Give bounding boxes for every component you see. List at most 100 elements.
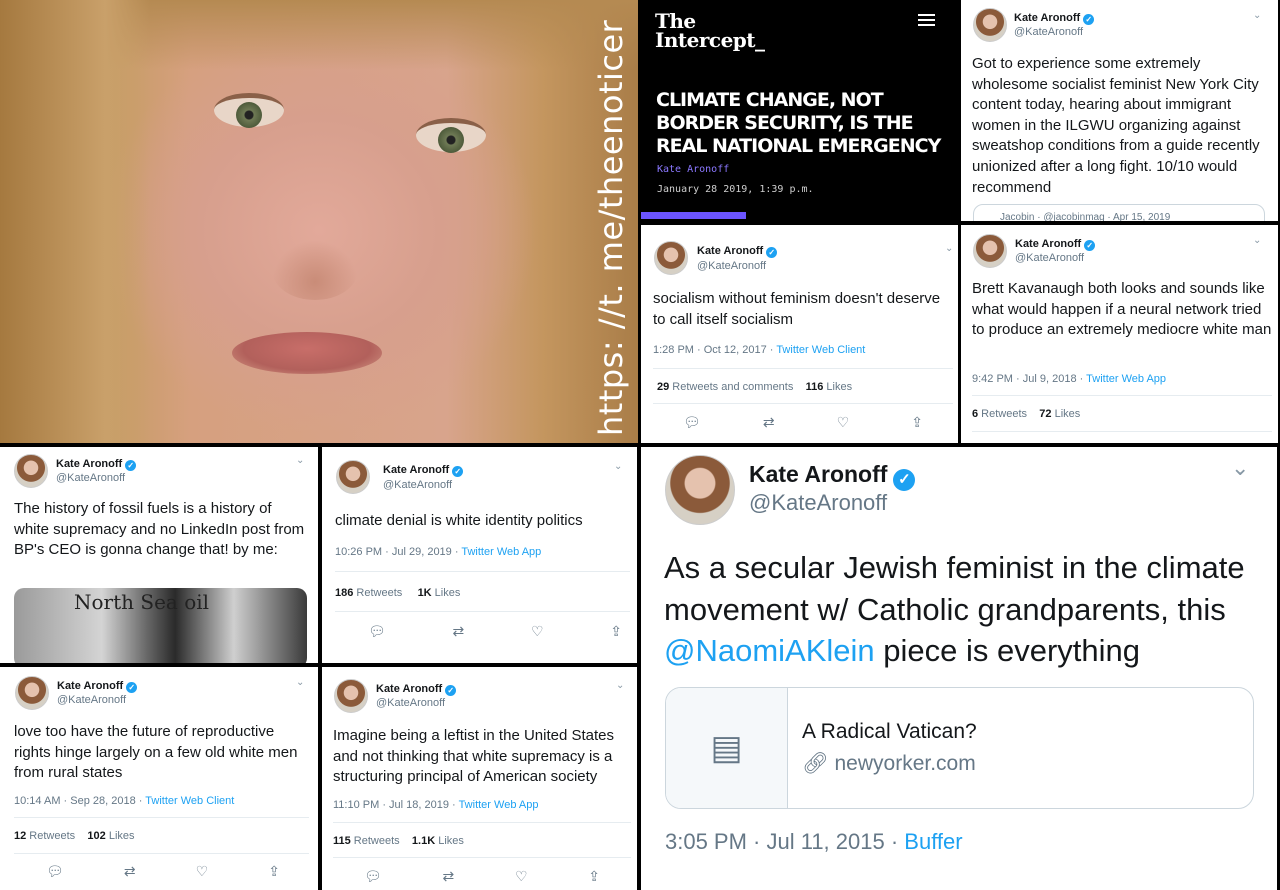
chevron-down-icon[interactable]: ⌄ [1231,455,1249,481]
tweet-actions: 💬︎ ⇄ ♡ ⇪ [364,868,600,885]
author-handle[interactable]: @KateAronoff [1014,26,1083,38]
tweet-card[interactable]: Kate Aronoff ✓ @KateAronoff ⌄ The history… [0,447,318,663]
chevron-down-icon[interactable]: ⌄ [616,680,624,691]
divider [653,368,953,369]
author-handle[interactable]: @KateAronoff [749,490,887,516]
tweet-timestamp: 10:26 PM · Jul 29, 2019 · Twitter Web Ap… [335,546,542,558]
reply-icon[interactable]: 💬︎ [364,868,382,885]
chevron-down-icon[interactable]: ⌄ [1253,235,1261,246]
retweet-icon[interactable]: ⇄ [763,414,775,431]
author-name[interactable]: Kate Aronoff ✓ [376,683,457,696]
retweet-icon[interactable]: ⇄ [124,863,136,880]
reply-icon[interactable]: 💬︎ [46,863,64,880]
quoted-tweet[interactable]: Jacobin · @jacobinmag · Apr 15, 2019 [973,204,1265,221]
tweet-stats[interactable]: 29 Retweets and comments 116 Likes [657,381,852,393]
author-name[interactable]: Kate Aronoff ✓ [749,461,916,491]
chevron-down-icon[interactable]: ⌄ [945,243,953,254]
heart-icon[interactable]: ♡ [837,414,850,431]
tweet-card[interactable]: Kate Aronoff ✓ @KateAronoff ⌄ socialism w… [641,225,958,443]
intercept-article-header: The Intercept_ CLIMATE CHANGE, NOT BORDE… [641,0,958,222]
author-handle[interactable]: @KateAronoff [57,694,126,706]
share-icon[interactable]: ⇪ [588,868,600,885]
avatar[interactable] [973,234,1007,268]
chevron-down-icon[interactable]: ⌄ [1253,10,1261,21]
portrait-photo: https: //t. me/theenoticer [0,0,638,443]
tweet-source[interactable]: Twitter Web App [461,546,541,558]
divider [972,395,1272,396]
retweet-icon[interactable]: ⇄ [453,623,465,640]
tweet-stats[interactable]: 6 Retweets 72 Likes [972,408,1080,420]
photo-eye-right [416,118,486,153]
tweet-card[interactable]: Kate Aronoff ✓ @KateAronoff ⌄ Imagine bei… [322,667,637,890]
tweet-source[interactable]: Buffer [904,829,962,854]
tweet-timestamp: 1:28 PM · Oct 12, 2017 · Twitter Web Cli… [653,344,866,356]
author-name[interactable]: Kate Aronoff ✓ [1014,12,1095,25]
author-handle[interactable]: @KateAronoff [376,697,445,709]
reply-icon[interactable]: 💬︎ [368,623,386,640]
divider [335,611,630,612]
article-date: January 28 2019, 1:39 p.m. [657,184,814,195]
photo-eye-left [214,93,284,128]
divider [335,571,630,572]
avatar[interactable] [654,241,688,275]
tweet-stats[interactable]: 12 Retweets 102 Likes [14,830,135,842]
avatar[interactable] [665,455,735,525]
link-preview-card[interactable]: ▤ A Radical Vatican? 🔗︎ newyorker.com [665,687,1254,809]
tweet-stats[interactable]: 186 Retweets 1K Likes [335,587,460,599]
chevron-down-icon[interactable]: ⌄ [614,461,622,472]
tweet-card[interactable]: Kate Aronoff ✓ @KateAronoff ⌄ As a secula… [641,447,1277,890]
tweet-text: Brett Kavanaugh both looks and sounds li… [972,280,1272,339]
author-handle[interactable]: @KateAronoff [697,260,766,272]
article-image[interactable]: North Sea oil [14,588,307,663]
chevron-down-icon[interactable]: ⌄ [296,455,304,466]
heart-icon[interactable]: ♡ [531,623,544,640]
tweet-card[interactable]: Kate Aronoff ✓ @KateAronoff ⌄ Brett Kavan… [961,225,1278,443]
author-handle[interactable]: @KateAronoff [383,479,452,491]
tweet-text: As a secular Jewish feminist in the clim… [664,550,1245,668]
share-icon[interactable]: ⇪ [911,414,923,431]
tweet-card[interactable]: Kate Aronoff ✓ @KateAronoff ⌄ love too ha… [0,667,318,890]
card-title: A Radical Vatican? [802,720,977,743]
retweet-icon[interactable]: ⇄ [443,868,455,885]
progress-bar [641,212,746,219]
reply-icon[interactable]: 💬︎ [683,414,701,431]
article-headline[interactable]: CLIMATE CHANGE, NOT BORDER SECURITY, IS … [656,89,951,158]
tweet-card[interactable]: Kate Aronoff ✓ @KateAronoff ⌄ climate den… [322,447,637,663]
author-handle[interactable]: @KateAronoff [1015,252,1084,264]
avatar[interactable] [334,679,368,713]
avatar[interactable] [14,454,48,488]
intercept-logo[interactable]: The Intercept_ [655,11,765,50]
verified-badge-icon: ✓ [1083,14,1095,25]
avatar[interactable] [336,460,370,494]
author-name[interactable]: Kate Aronoff ✓ [1015,238,1096,251]
chevron-down-icon[interactable]: ⌄ [296,677,304,688]
author-name[interactable]: Kate Aronoff ✓ [697,245,778,258]
document-icon: ▤ [666,688,788,808]
mention-link[interactable]: @NaomiAKlein [664,633,875,668]
tweet-actions: 💬︎ ⇄ ♡ ⇪ [683,414,923,431]
tweet-card[interactable]: Kate Aronoff ✓ @KateAronoff ⌄ Got to expe… [961,0,1278,221]
divider [972,431,1272,432]
tweet-stats[interactable]: 115 Retweets 1.1K Likes [333,835,464,847]
avatar[interactable] [973,8,1007,42]
avatar[interactable] [15,676,49,710]
verified-badge-icon: ✓ [893,469,916,491]
share-icon[interactable]: ⇪ [610,623,622,640]
tweet-actions: 💬︎ ⇄ ♡ ⇪ [46,863,280,880]
tweet-source[interactable]: Twitter Web Client [776,344,865,356]
verified-badge-icon: ✓ [452,466,464,477]
author-name[interactable]: Kate Aronoff ✓ [57,680,138,693]
share-icon[interactable]: ⇪ [268,863,280,880]
heart-icon[interactable]: ♡ [196,863,209,880]
author-name[interactable]: Kate Aronoff ✓ [383,464,464,477]
tweet-source[interactable]: Twitter Web Client [145,795,234,807]
heart-icon[interactable]: ♡ [515,868,528,885]
author-handle[interactable]: @KateAronoff [56,472,125,484]
tweet-source[interactable]: Twitter Web App [1086,373,1166,385]
tweet-source[interactable]: Twitter Web App [459,799,539,811]
author-name[interactable]: Kate Aronoff ✓ [56,458,137,471]
article-author[interactable]: Kate Aronoff [657,164,729,175]
tweet-text: climate denial is white identity politic… [335,512,583,529]
verified-badge-icon: ✓ [125,460,137,471]
hamburger-menu-icon[interactable] [918,14,935,29]
